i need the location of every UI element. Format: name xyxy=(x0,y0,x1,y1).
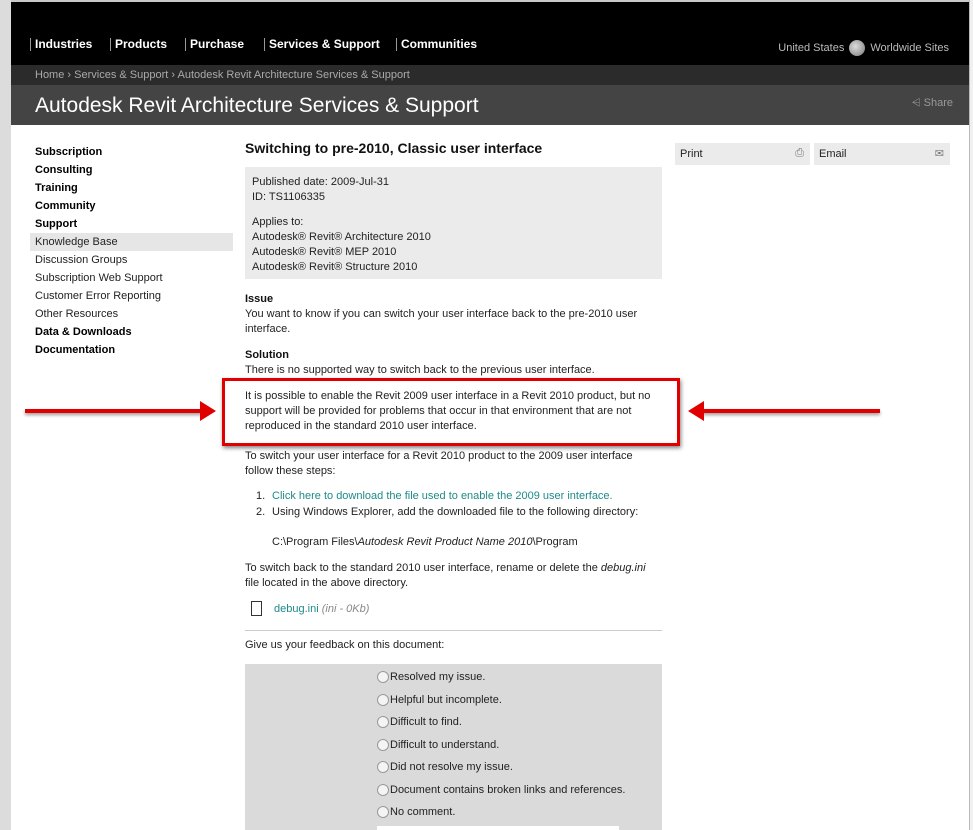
article-title: Switching to pre-2010, Classic user inte… xyxy=(245,140,543,156)
text: file located in the above directory. xyxy=(245,577,409,589)
radio-button[interactable] xyxy=(377,671,389,683)
solution-text: There is no supported way to switch back… xyxy=(245,364,595,376)
sidebar-item-consulting[interactable]: Consulting xyxy=(35,161,92,179)
radio-no-comment[interactable]: No comment. xyxy=(377,806,455,818)
sidebar-item-data-downloads[interactable]: Data & Downloads xyxy=(35,323,132,341)
step-number: 1. xyxy=(256,490,266,502)
sidebar-item-support[interactable]: Support xyxy=(35,215,77,233)
arrowhead-right-icon xyxy=(200,401,216,421)
radio-broken-links[interactable]: Document contains broken links and refer… xyxy=(377,784,625,796)
step-2-text: Using Windows Explorer, add the download… xyxy=(272,506,639,518)
breadcrumb-services[interactable]: Services & Support xyxy=(74,69,168,81)
radio-label: Document contains broken links and refer… xyxy=(390,784,626,796)
title-bar: Autodesk Revit Architecture Services & S… xyxy=(11,85,973,125)
directory-path: C:\Program Files\Autodesk Revit Product … xyxy=(272,535,578,550)
nav-industries[interactable]: Industries xyxy=(30,38,92,51)
article-id: ID: TS1106335 xyxy=(252,191,325,203)
radio-button[interactable] xyxy=(377,716,389,728)
download-link[interactable]: Click here to download the file used to … xyxy=(272,489,613,504)
radio-difficult-find[interactable]: Difficult to find. xyxy=(377,716,462,728)
switch-back-text: To switch back to the standard 2010 user… xyxy=(245,561,660,591)
radio-button[interactable] xyxy=(377,784,389,796)
radio-label: Helpful but incomplete. xyxy=(390,694,502,706)
applies-item: Autodesk® Revit® MEP 2010 xyxy=(252,246,397,258)
radio-label: No comment. xyxy=(390,806,456,818)
issue-text: You want to know if you can switch your … xyxy=(245,308,638,335)
envelope-icon: ✉ xyxy=(934,148,944,160)
breadcrumb-separator: › xyxy=(171,69,176,81)
page-gutter xyxy=(0,0,11,830)
printer-icon: ⎙ xyxy=(795,147,804,159)
text: To switch back to the standard 2010 user… xyxy=(245,562,601,574)
comment-box[interactable] xyxy=(377,826,619,830)
radio-button[interactable] xyxy=(377,806,389,818)
sidebar-item-other-resources[interactable]: Other Resources xyxy=(35,305,118,323)
sidebar-item-training[interactable]: Training xyxy=(35,179,78,197)
sidebar-item-community[interactable]: Community xyxy=(35,197,96,215)
filename: debug.ini xyxy=(600,562,646,574)
region-link[interactable]: United States xyxy=(778,42,844,54)
arrow-right-icon xyxy=(25,409,205,413)
feedback-prompt: Give us your feedback on this document: xyxy=(245,639,445,651)
radio-button[interactable] xyxy=(377,761,389,773)
highlight-box xyxy=(222,378,680,446)
applies-item: Autodesk® Revit® Architecture 2010 xyxy=(252,231,431,243)
page-title: Autodesk Revit Architecture Services & S… xyxy=(35,94,479,117)
sidebar-item-knowledge-base[interactable]: Knowledge Base xyxy=(30,233,233,251)
path-part: Autodesk Revit Product Name 2010 xyxy=(357,536,533,548)
nav-purchase[interactable]: Purchase xyxy=(185,38,244,51)
email-button[interactable]: Email ✉ xyxy=(814,143,950,165)
breadcrumb-separator: › xyxy=(67,69,72,81)
file-icon xyxy=(251,601,262,616)
email-label: Email xyxy=(819,148,847,160)
radio-label: Did not resolve my issue. xyxy=(390,761,513,773)
page-edge xyxy=(969,0,973,830)
print-label: Print xyxy=(680,148,703,160)
worldwide-sites-link[interactable]: Worldwide Sites xyxy=(870,42,949,54)
radio-difficult-understand[interactable]: Difficult to understand. xyxy=(377,739,499,751)
nav-products[interactable]: Products xyxy=(110,38,167,51)
article-meta: Published date: 2009-Jul-31 ID: TS110633… xyxy=(245,167,662,279)
radio-helpful[interactable]: Helpful but incomplete. xyxy=(377,694,502,706)
file-attachment[interactable]: debug.ini (ini - 0Kb) xyxy=(274,602,369,617)
path-part: C:\Program Files\ xyxy=(272,536,358,548)
radio-not-resolved[interactable]: Did not resolve my issue. xyxy=(377,761,513,773)
globe-icon xyxy=(849,40,866,56)
path-part: \Program xyxy=(532,536,578,548)
share-button[interactable]: ⩤ Share xyxy=(912,97,953,110)
steps-intro: To switch your user interface for a Revi… xyxy=(245,450,633,477)
file-link[interactable]: debug.ini xyxy=(274,603,319,615)
issue-heading: Issue xyxy=(245,293,274,305)
arrow-left-icon xyxy=(702,409,880,413)
nav-communities[interactable]: Communities xyxy=(396,38,477,51)
radio-button[interactable] xyxy=(377,739,389,751)
applies-item: Autodesk® Revit® Structure 2010 xyxy=(252,261,418,273)
file-meta: (ini - 0Kb) xyxy=(321,603,370,615)
sidebar-item-customer-error-reporting[interactable]: Customer Error Reporting xyxy=(35,287,161,305)
region-selector: United States Worldwide Sites xyxy=(778,40,949,56)
breadcrumb-current[interactable]: Autodesk Revit Architecture Services & S… xyxy=(177,69,409,81)
radio-label: Resolved my issue. xyxy=(390,671,486,683)
share-label: Share xyxy=(923,97,953,109)
sidebar-item-subscription[interactable]: Subscription xyxy=(35,143,102,161)
breadcrumb-home[interactable]: Home xyxy=(35,69,64,81)
print-button[interactable]: Print ⎙ xyxy=(675,143,810,165)
arrowhead-left-icon xyxy=(688,401,704,421)
divider xyxy=(245,630,662,631)
radio-resolved[interactable]: Resolved my issue. xyxy=(377,671,485,683)
sidebar-item-discussion-groups[interactable]: Discussion Groups xyxy=(35,251,127,269)
applies-label: Applies to: xyxy=(252,216,304,228)
radio-label: Difficult to find. xyxy=(390,716,462,728)
radio-button[interactable] xyxy=(377,694,389,706)
published-date: Published date: 2009-Jul-31 xyxy=(252,176,389,188)
sidebar-item-documentation[interactable]: Documentation xyxy=(35,341,115,359)
solution-heading: Solution xyxy=(245,349,289,361)
sidebar-item-subscription-web-support[interactable]: Subscription Web Support xyxy=(35,269,163,287)
nav-services-support[interactable]: Services & Support xyxy=(264,38,380,51)
breadcrumb: Home › Services & Support › Autodesk Rev… xyxy=(11,65,973,85)
radio-label: Difficult to understand. xyxy=(390,739,500,751)
share-icon: ⩤ xyxy=(911,97,924,109)
top-nav-bar: Industries Products Purchase Services & … xyxy=(11,0,973,65)
step-number: 2. xyxy=(256,506,266,518)
